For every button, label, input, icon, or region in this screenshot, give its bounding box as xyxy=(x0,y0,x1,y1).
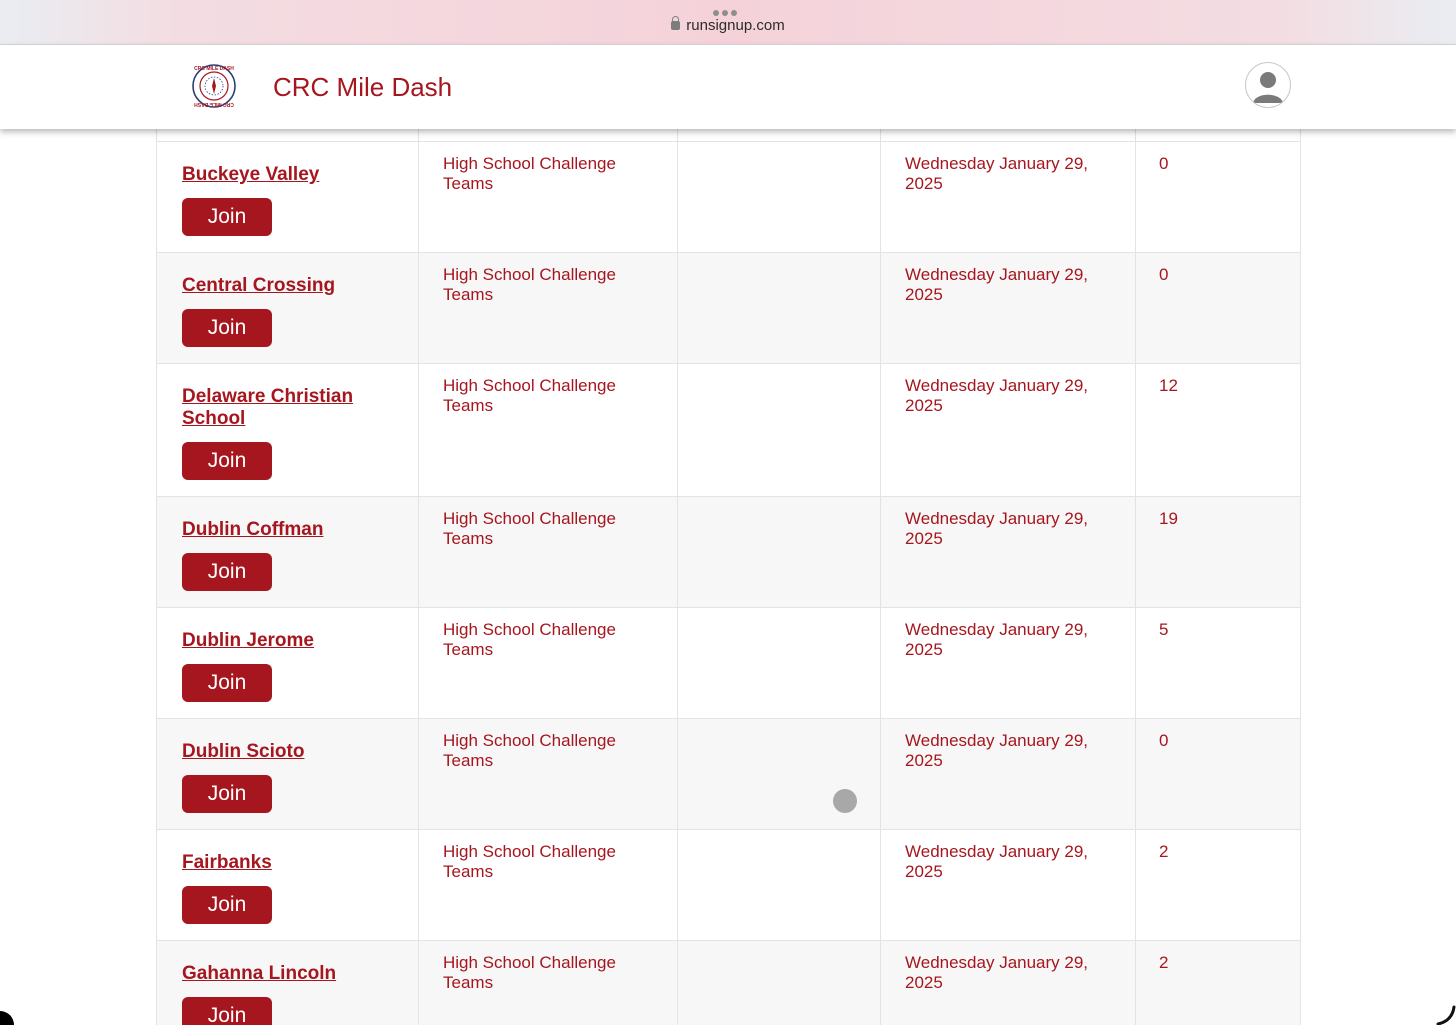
team-name-link[interactable]: Central Crossing xyxy=(182,275,402,297)
team-cell: Dublin Coffman Join xyxy=(182,519,402,591)
table-row: Dublin Coffman Join High School Challenge … xyxy=(157,497,1300,608)
pointer-cursor xyxy=(833,789,857,813)
previous-row-remnant xyxy=(157,129,1300,142)
category-cell: High School Challenge Teams xyxy=(443,842,616,881)
browser-url-bar[interactable]: runsignup.com xyxy=(0,0,1456,45)
lock-icon xyxy=(671,16,681,30)
url-text: runsignup.com xyxy=(686,17,785,34)
team-name-link[interactable]: Dublin Jerome xyxy=(182,630,402,652)
team-cell: Delaware Christian School Join xyxy=(182,386,402,480)
category-cell: High School Challenge Teams xyxy=(443,731,616,770)
join-button[interactable]: Join xyxy=(182,664,272,702)
member-count-cell: 5 xyxy=(1159,620,1169,639)
team-cell: Dublin Jerome Join xyxy=(182,630,402,702)
join-button[interactable]: Join xyxy=(182,775,272,813)
category-cell: High School Challenge Teams xyxy=(443,509,616,548)
team-cell: Gahanna Lincoln Join xyxy=(182,963,402,1025)
team-cell: Central Crossing Join xyxy=(182,275,402,347)
date-cell: Wednesday January 29, 2025 xyxy=(905,731,1089,770)
date-cell: Wednesday January 29, 2025 xyxy=(905,953,1089,992)
resize-handle-icon xyxy=(1436,1005,1456,1025)
site-header: CRC MILE DASH CRC MILE DASH CRC Mile Das… xyxy=(0,45,1456,129)
team-cell: Fairbanks Join xyxy=(182,852,402,924)
table-row: Fairbanks Join High School Challenge Teams… xyxy=(157,830,1300,941)
member-count-cell: 19 xyxy=(1159,509,1178,528)
svg-text:CRC MILE DASH: CRC MILE DASH xyxy=(194,101,234,107)
date-cell: Wednesday January 29, 2025 xyxy=(905,620,1089,659)
table-row: Delaware Christian School Join High School… xyxy=(157,364,1300,497)
svg-text:CRC MILE DASH: CRC MILE DASH xyxy=(194,66,234,72)
category-cell: High School Challenge Teams xyxy=(443,154,616,193)
user-avatar-icon[interactable] xyxy=(1245,62,1291,108)
table-row: Dublin Jerome Join High School Challenge T… xyxy=(157,608,1300,719)
join-button[interactable]: Join xyxy=(182,997,272,1025)
date-cell: Wednesday January 29, 2025 xyxy=(905,376,1089,415)
date-cell: Wednesday January 29, 2025 xyxy=(905,842,1089,881)
member-count-cell: 0 xyxy=(1159,154,1169,173)
member-count-cell: 0 xyxy=(1159,265,1169,284)
date-cell: Wednesday January 29, 2025 xyxy=(905,265,1089,304)
table-row: Central Crossing Join High School Challeng… xyxy=(157,253,1300,364)
table-row: Dublin Scioto Join High School Challenge T… xyxy=(157,719,1300,830)
teams-table: Buckeye Valley Join High School Challenge … xyxy=(156,129,1301,1025)
member-count-cell: 2 xyxy=(1159,842,1169,861)
team-cell: Buckeye Valley Join xyxy=(182,164,402,236)
join-button[interactable]: Join xyxy=(182,442,272,480)
url-display[interactable]: runsignup.com xyxy=(0,16,1456,34)
date-cell: Wednesday January 29, 2025 xyxy=(905,154,1089,193)
site-title[interactable]: CRC Mile Dash xyxy=(273,72,452,103)
screen-corner xyxy=(0,1011,14,1025)
more-options-icon[interactable] xyxy=(713,3,743,16)
date-cell: Wednesday January 29, 2025 xyxy=(905,509,1089,548)
race-logo[interactable]: CRC MILE DASH CRC MILE DASH xyxy=(191,59,237,113)
join-button[interactable]: Join xyxy=(182,309,272,347)
member-count-cell: 2 xyxy=(1159,953,1169,972)
category-cell: High School Challenge Teams xyxy=(443,265,616,304)
team-name-link[interactable]: Delaware Christian School xyxy=(182,386,402,430)
member-count-cell: 0 xyxy=(1159,731,1169,750)
category-cell: High School Challenge Teams xyxy=(443,376,616,415)
team-name-link[interactable]: Fairbanks xyxy=(182,852,402,874)
team-cell: Dublin Scioto Join xyxy=(182,741,402,813)
team-name-link[interactable]: Dublin Scioto xyxy=(182,741,402,763)
category-cell: High School Challenge Teams xyxy=(443,953,616,992)
team-name-link[interactable]: Dublin Coffman xyxy=(182,519,402,541)
join-button[interactable]: Join xyxy=(182,553,272,591)
table-row: Buckeye Valley Join High School Challenge … xyxy=(157,142,1300,253)
table-row: Gahanna Lincoln Join High School Challenge… xyxy=(157,941,1300,1025)
member-count-cell: 12 xyxy=(1159,376,1178,395)
team-name-link[interactable]: Buckeye Valley xyxy=(182,164,402,186)
join-button[interactable]: Join xyxy=(182,886,272,924)
join-button[interactable]: Join xyxy=(182,198,272,236)
category-cell: High School Challenge Teams xyxy=(443,620,616,659)
team-name-link[interactable]: Gahanna Lincoln xyxy=(182,963,402,985)
